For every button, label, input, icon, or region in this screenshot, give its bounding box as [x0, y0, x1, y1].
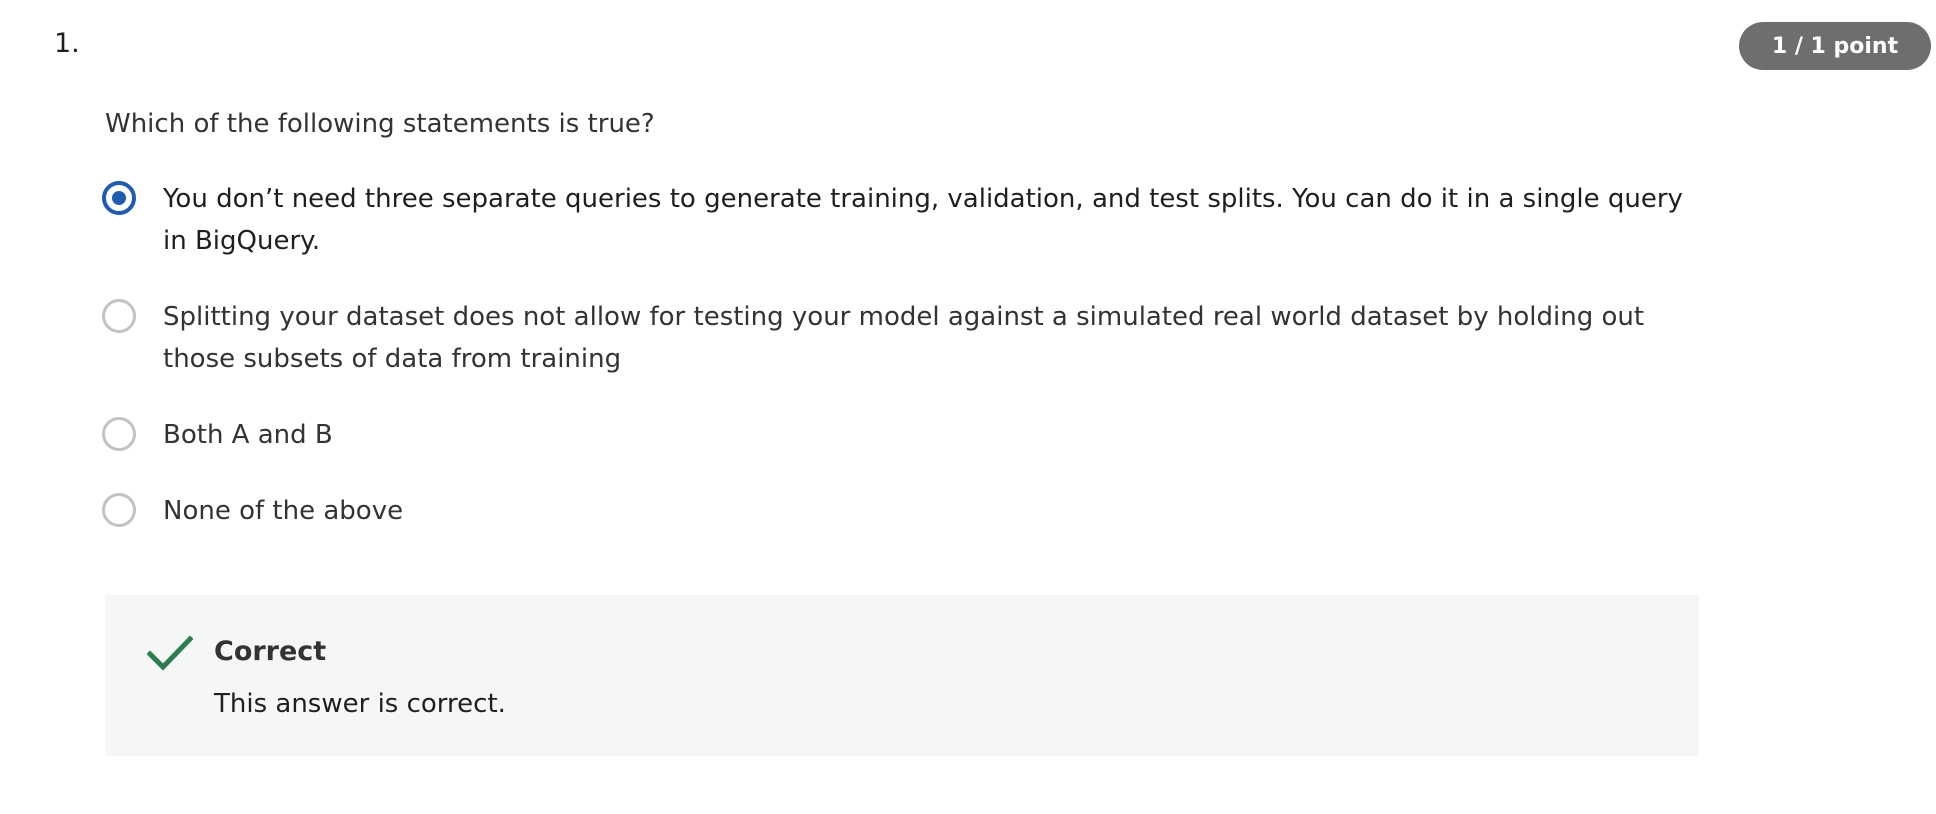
radio-button-selected[interactable]	[102, 181, 136, 215]
radio-button[interactable]	[102, 493, 136, 527]
answer-option-4[interactable]: None of the above	[101, 490, 1701, 532]
question-number: 1.	[54, 28, 80, 59]
answer-option-label: Both A and B	[163, 420, 333, 450]
answer-option-1[interactable]: You don’t need three separate queries to…	[101, 178, 1701, 262]
points-badge: 1 / 1 point	[1739, 22, 1931, 70]
feedback-panel: Correct This answer is correct.	[105, 595, 1699, 756]
answer-option-label: Splitting your dataset does not allow fo…	[163, 302, 1645, 374]
checkmark-icon	[146, 634, 194, 674]
answer-options: You don’t need three separate queries to…	[101, 178, 1701, 532]
question-prompt: Which of the following statements is tru…	[105, 109, 655, 139]
answer-option-label: None of the above	[163, 496, 404, 526]
answer-option-2[interactable]: Splitting your dataset does not allow fo…	[101, 296, 1701, 380]
feedback-title: Correct	[214, 636, 327, 667]
radio-button[interactable]	[102, 417, 136, 451]
answer-option-label: You don’t need three separate queries to…	[163, 184, 1683, 256]
answer-option-3[interactable]: Both A and B	[101, 414, 1701, 456]
feedback-message: This answer is correct.	[214, 689, 506, 719]
radio-button[interactable]	[102, 299, 136, 333]
